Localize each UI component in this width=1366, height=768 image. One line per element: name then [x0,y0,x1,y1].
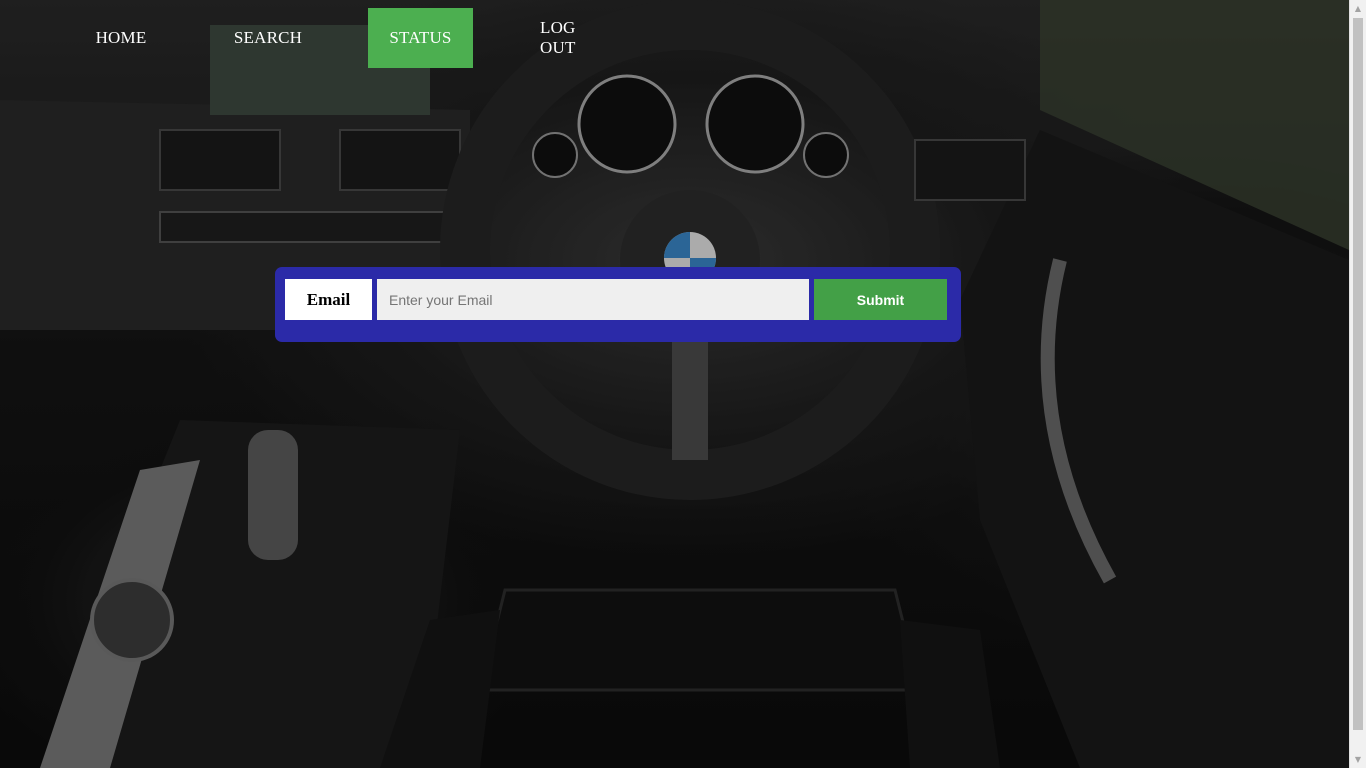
nav-logout-link[interactable]: LOG OUT [518,8,637,68]
car-interior-background [0,0,1349,768]
vertical-scrollbar[interactable]: ▲ ▼ [1349,0,1366,768]
nav-home-link[interactable]: HOME [75,8,167,68]
scrollbar-thumb[interactable] [1353,18,1363,730]
scroll-up-arrow-icon[interactable]: ▲ [1350,0,1366,17]
email-input[interactable] [377,279,809,320]
nav-search-link[interactable]: SEARCH [212,8,324,68]
page-viewport: HOME SEARCH STATUS LOG OUT Email Submit … [0,0,1366,768]
submit-button[interactable]: Submit [814,279,947,320]
main-navbar: HOME SEARCH STATUS LOG OUT [75,8,637,68]
email-label: Email [285,279,372,320]
scroll-down-arrow-icon[interactable]: ▼ [1350,751,1366,768]
nav-status-link[interactable]: STATUS [368,8,473,68]
email-form-panel: Email Submit [275,267,961,342]
